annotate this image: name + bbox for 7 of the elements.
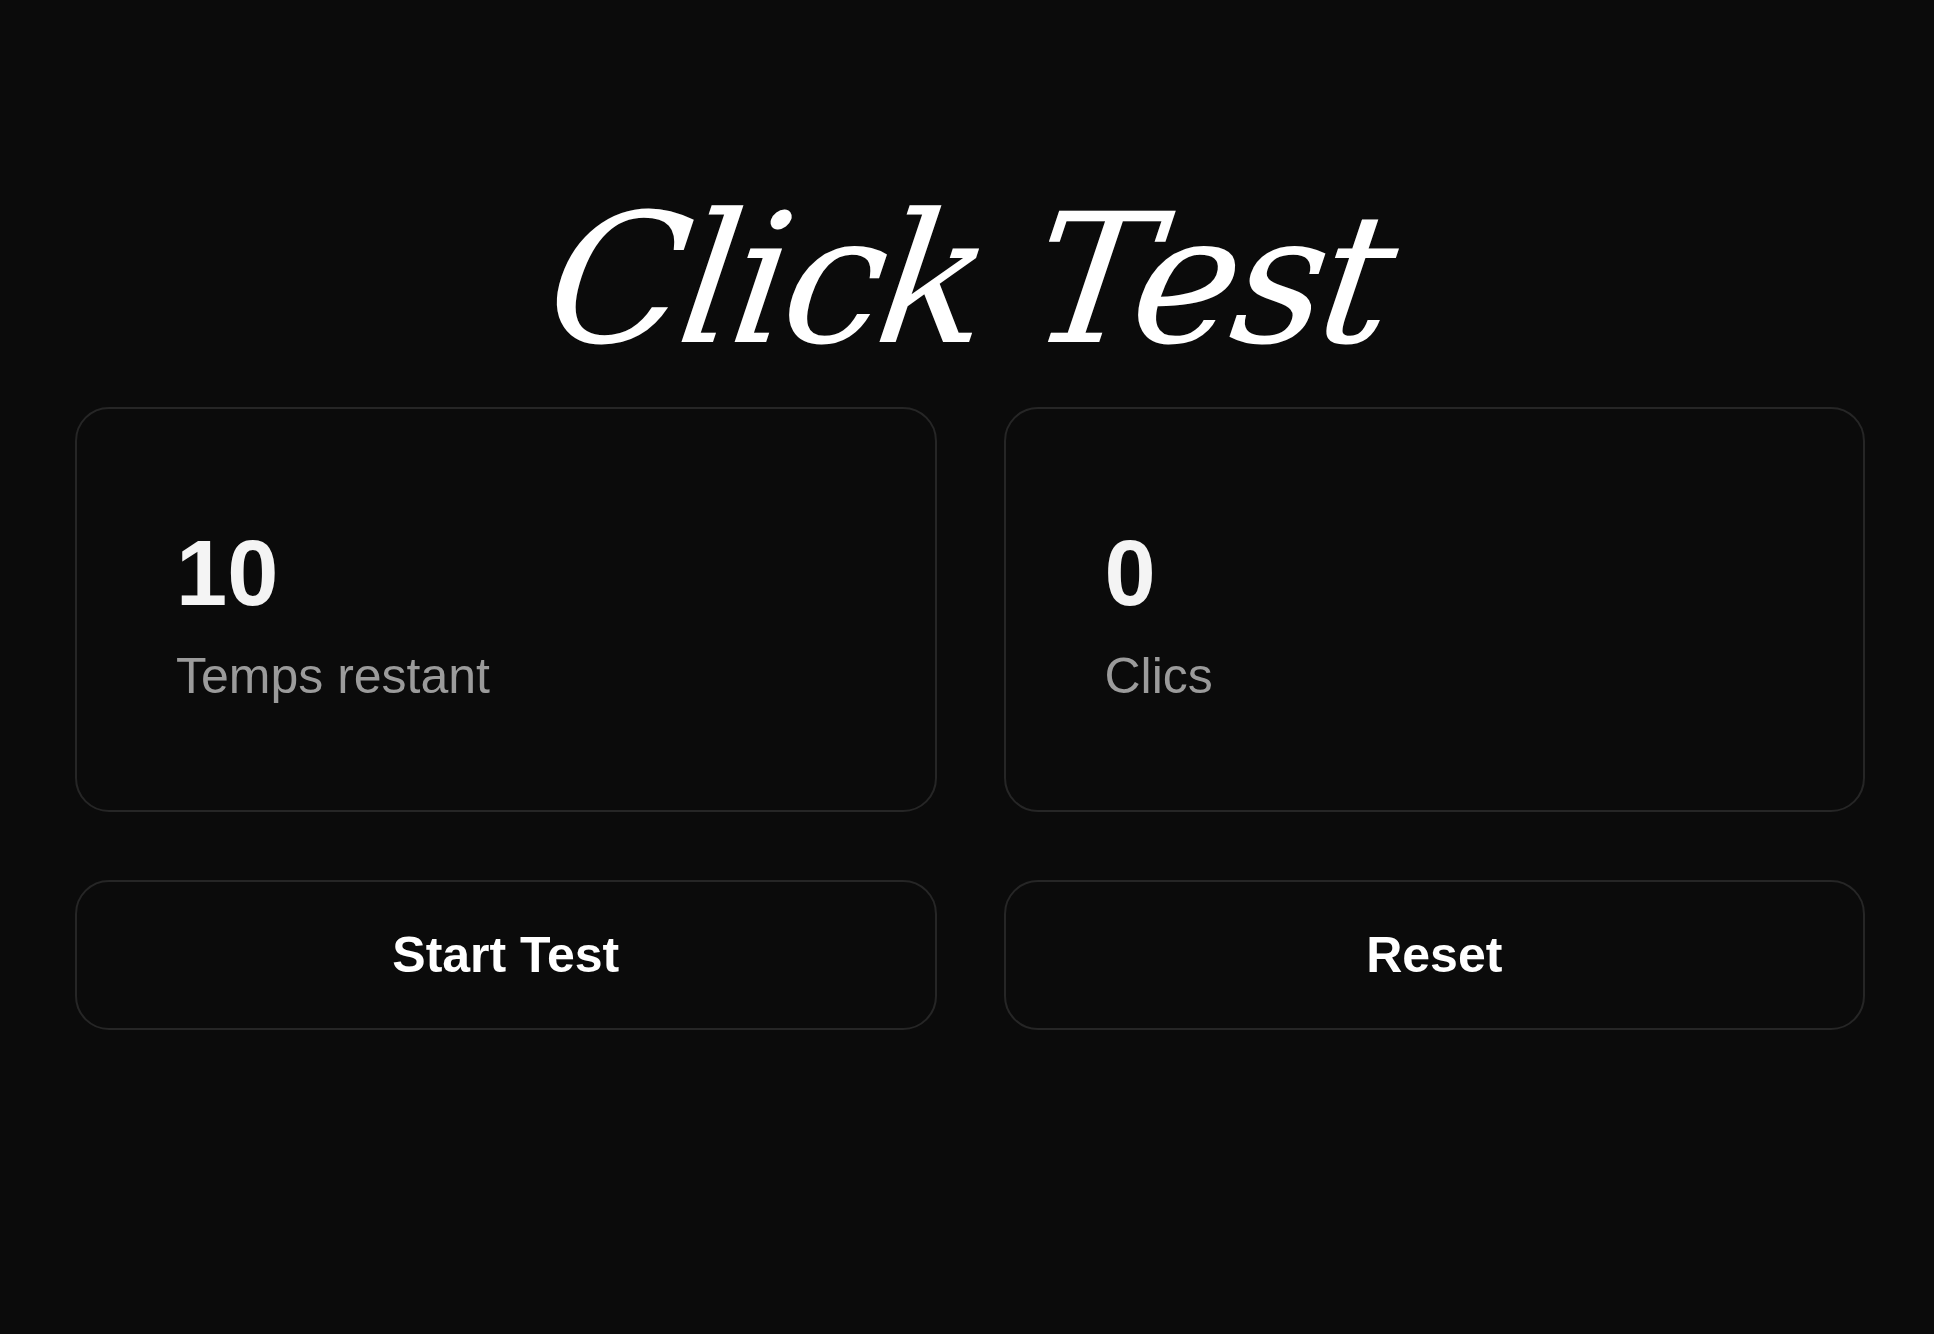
action-button[interactable]: Start Test	[75, 880, 937, 1030]
stat-label: Clics	[1104, 647, 1213, 705]
page-title: Click Test	[538, 190, 1402, 370]
stat-label: Temps restant	[176, 647, 490, 705]
action-button[interactable]: Reset	[1003, 880, 1865, 1030]
stat-value: 10	[176, 527, 279, 619]
stat-value: 0	[1104, 527, 1156, 619]
